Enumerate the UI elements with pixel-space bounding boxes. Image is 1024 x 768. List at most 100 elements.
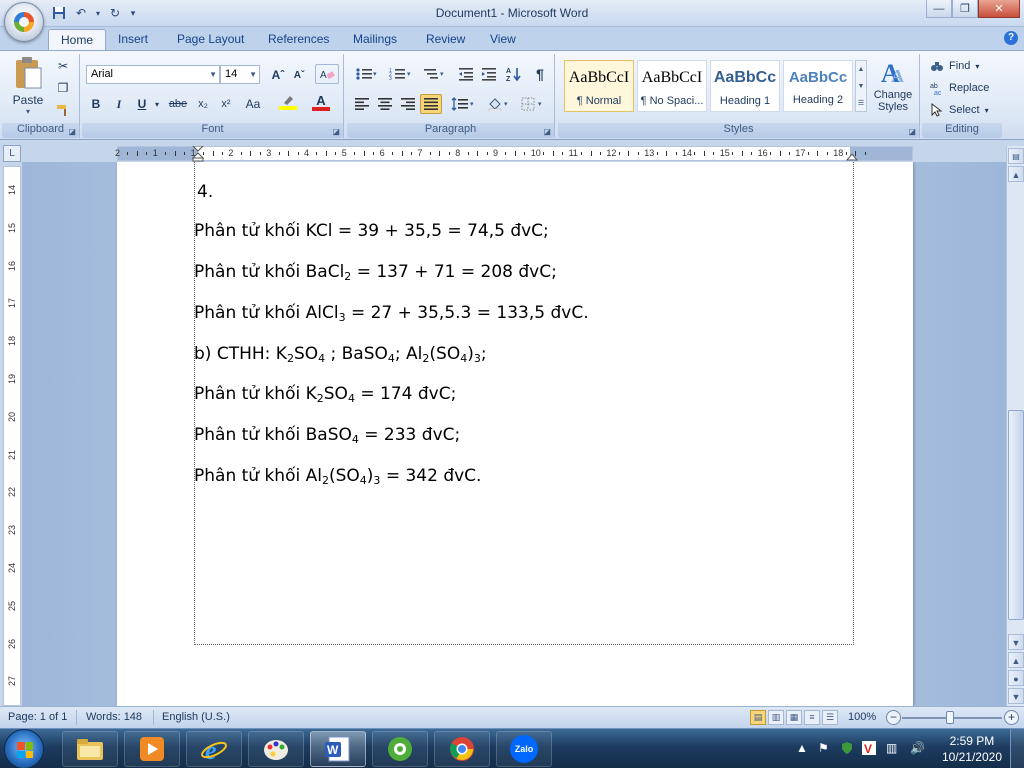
shrink-font-button[interactable]: Aˇ [289, 65, 309, 85]
show-hidden-icons[interactable]: ▲ [796, 741, 808, 755]
font-launcher-icon[interactable]: ◪ [332, 127, 340, 136]
select-button[interactable]: Select ▾ [930, 100, 989, 120]
copy-icon[interactable]: ❐ [54, 78, 72, 98]
doc-line-al2so43[interactable]: Phân tử khối Al2(SO4)3 = 342 đvC. [194, 466, 481, 487]
volume-icon[interactable]: 🔊 [910, 741, 925, 755]
show-desktop-button[interactable] [1010, 729, 1024, 768]
view-ruler-icon[interactable]: ▤ [1008, 148, 1024, 164]
media-player-icon[interactable] [124, 731, 180, 767]
draft-view-icon[interactable]: ☰ [822, 710, 838, 725]
doc-line-number[interactable]: 4. [197, 182, 213, 202]
shading-icon[interactable]: ▾ [484, 94, 514, 114]
tab-references[interactable]: References [256, 29, 341, 50]
align-center-icon[interactable] [374, 94, 396, 114]
bullets-icon[interactable]: ▾ [351, 64, 381, 84]
print-layout-view-icon[interactable]: ▤ [750, 710, 766, 725]
styles-launcher-icon[interactable]: ◪ [908, 127, 916, 136]
document-page[interactable]: 4. Phân tử khối KCl = 39 + 35,5 = 74,5 đ… [117, 162, 913, 706]
bold-button[interactable]: B [86, 94, 106, 114]
tab-mailings[interactable]: Mailings [341, 29, 409, 50]
tab-review[interactable]: Review [414, 29, 477, 50]
paint-icon[interactable] [248, 731, 304, 767]
antivirus-icon[interactable]: V [862, 741, 876, 758]
style-no-spacing[interactable]: AaBbCcI ¶ No Spaci... [637, 60, 707, 112]
decrease-indent-icon[interactable] [455, 64, 477, 84]
help-icon[interactable]: ? [1004, 31, 1018, 45]
line-spacing-icon[interactable]: ▾ [448, 94, 478, 114]
full-screen-reading-icon[interactable]: ▥ [768, 710, 784, 725]
doc-line-alcl3[interactable]: Phân tử khối AlCl3 = 27 + 35,5.3 = 133,5… [194, 303, 589, 324]
tab-insert[interactable]: Insert [106, 29, 160, 50]
paste-button[interactable]: Paste ▾ [8, 56, 48, 118]
close-button[interactable]: ✕ [978, 0, 1020, 18]
zoom-in-icon[interactable]: + [1004, 710, 1019, 725]
tab-page-layout[interactable]: Page Layout [165, 29, 256, 50]
internet-explorer-icon[interactable]: e [186, 731, 242, 767]
show-formatting-marks-button[interactable]: ¶ [529, 64, 551, 84]
find-button[interactable]: Find ▾ [930, 56, 979, 76]
word-icon[interactable]: W [310, 731, 366, 767]
horizontal-ruler[interactable]: 2 1 1 2 3 4 5 6 7 8 9 10 11 12 13 14 15 16 17 18 [115, 146, 913, 162]
coccoc-icon[interactable] [372, 731, 428, 767]
explorer-icon[interactable] [62, 731, 118, 767]
zoom-out-icon[interactable]: − [886, 710, 901, 725]
style-normal[interactable]: AaBbCcI ¶ Normal [564, 60, 634, 112]
chrome-icon[interactable] [434, 731, 490, 767]
outline-view-icon[interactable]: ≡ [804, 710, 820, 725]
subscript-button[interactable]: x₂ [193, 94, 213, 114]
sort-icon[interactable]: AZ [503, 64, 525, 84]
superscript-button[interactable]: x² [216, 94, 236, 114]
paragraph-launcher-icon[interactable]: ◪ [543, 127, 551, 136]
vertical-scrollbar[interactable]: ▤ ▲ ▼ ▲ ● ▼ [1006, 146, 1024, 706]
restore-button[interactable]: ❐ [952, 0, 978, 18]
style-heading-2[interactable]: AaBbCc Heading 2 [783, 60, 853, 112]
paste-dropdown-icon[interactable]: ▾ [8, 107, 48, 116]
previous-page-icon[interactable]: ▲ [1008, 652, 1024, 668]
vertical-ruler[interactable]: 14 15 16 17 18 19 20 21 22 23 24 25 26 27 [3, 166, 21, 706]
font-name-combo[interactable]: Arial ▼ [86, 65, 220, 84]
font-color-button[interactable]: A [308, 92, 334, 112]
format-painter-icon[interactable] [54, 100, 72, 120]
font-size-combo[interactable]: 14 ▼ [220, 65, 260, 84]
document-area[interactable]: 4. Phân tử khối KCl = 39 + 35,5 = 74,5 đ… [22, 162, 1006, 706]
indent-marker-icon[interactable] [192, 146, 204, 162]
doc-line-baso4[interactable]: Phân tử khối BaSO4 = 233 đvC; [194, 425, 460, 446]
text-highlight-button[interactable] [274, 92, 302, 112]
web-layout-icon[interactable]: ▦ [786, 710, 802, 725]
change-styles-button[interactable]: AA Change Styles [870, 56, 916, 113]
borders-icon[interactable]: ▾ [518, 94, 548, 114]
word-count[interactable]: Words: 148 [86, 711, 142, 723]
zoom-slider-thumb[interactable] [946, 711, 954, 724]
multilevel-list-icon[interactable]: ▾ [419, 64, 449, 84]
change-case-button[interactable]: Aa [240, 94, 266, 114]
scroll-down-icon[interactable]: ▼ [1008, 634, 1024, 650]
align-right-icon[interactable] [397, 94, 419, 114]
justify-icon[interactable] [420, 94, 442, 114]
right-indent-marker-icon[interactable] [846, 150, 858, 162]
underline-button[interactable]: U [132, 94, 152, 114]
start-button[interactable] [4, 729, 44, 768]
office-button[interactable] [4, 2, 44, 42]
security-shield-icon[interactable] [840, 741, 854, 758]
replace-button[interactable]: ab ac Replace [930, 78, 989, 98]
tab-selector[interactable]: L [3, 145, 21, 162]
align-left-icon[interactable] [351, 94, 373, 114]
strikethrough-button[interactable]: abe [166, 94, 190, 114]
zalo-icon[interactable]: Zalo [496, 731, 552, 767]
numbering-icon[interactable]: 1 2 3 ▾ [385, 64, 415, 84]
network-icon[interactable]: ▥ [886, 741, 897, 755]
select-browse-object-icon[interactable]: ● [1008, 670, 1024, 686]
italic-button[interactable]: I [109, 94, 129, 114]
page-count[interactable]: Page: 1 of 1 [8, 711, 67, 723]
language-indicator[interactable]: English (U.S.) [162, 711, 230, 723]
next-page-icon[interactable]: ▼ [1008, 688, 1024, 704]
clipboard-launcher-icon[interactable]: ◪ [68, 127, 76, 136]
grow-font-button[interactable]: Aˆ [268, 65, 288, 85]
styles-gallery-scroll[interactable]: ▲ ▼ ☰ [855, 60, 867, 112]
underline-dropdown-icon[interactable]: ▾ [152, 94, 162, 114]
zoom-level[interactable]: 100% [848, 711, 876, 723]
tab-view[interactable]: View [478, 29, 528, 50]
doc-line-k2so4[interactable]: Phân tử khối K2SO4 = 174 đvC; [194, 384, 456, 405]
system-clock[interactable]: 2:59 PM 10/21/2020 [942, 733, 1002, 765]
scrollbar-thumb[interactable] [1008, 410, 1024, 620]
